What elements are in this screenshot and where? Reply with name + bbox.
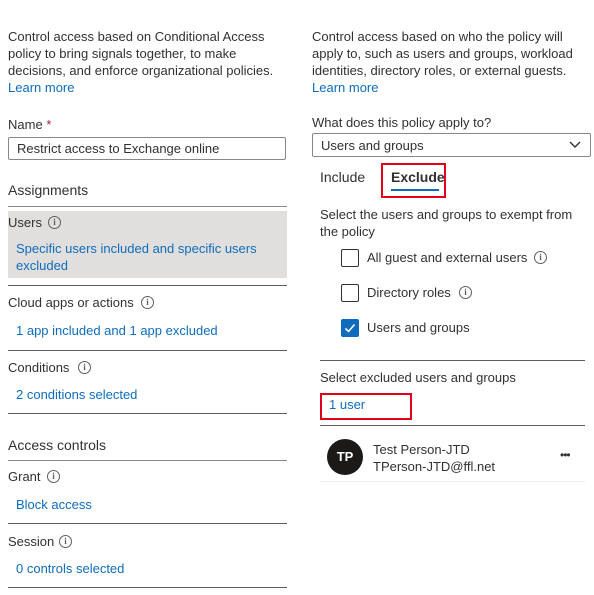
users-summary-link[interactable]: Specific users included and specific use… bbox=[16, 240, 271, 274]
grant-label: Grant bbox=[8, 469, 41, 484]
left-description: Control access based on Conditional Acce… bbox=[8, 29, 274, 78]
checkmark-icon bbox=[344, 323, 356, 333]
divider bbox=[8, 350, 287, 351]
tab-include[interactable]: Include bbox=[320, 168, 365, 186]
name-label: Name * bbox=[8, 116, 51, 133]
cloud-apps-info-icon[interactable]: i bbox=[141, 296, 154, 309]
name-label-text: Name bbox=[8, 117, 43, 132]
right-description: Control access based on who the policy w… bbox=[312, 29, 573, 78]
directory-roles-checkbox[interactable] bbox=[341, 284, 359, 302]
access-controls-heading: Access controls bbox=[8, 437, 107, 453]
policy-name-input[interactable] bbox=[8, 137, 286, 160]
users-and-groups-checkbox[interactable] bbox=[341, 319, 359, 337]
all-guest-external-checkbox[interactable] bbox=[341, 249, 359, 267]
assignments-heading: Assignments bbox=[8, 182, 89, 198]
conditions-label: Conditions bbox=[8, 360, 70, 375]
divider bbox=[8, 523, 287, 524]
directory-roles-info-icon[interactable]: i bbox=[459, 286, 472, 299]
divider bbox=[8, 206, 287, 207]
selected-users-highlight bbox=[320, 393, 412, 420]
cloud-apps-label: Cloud apps or actions bbox=[8, 295, 134, 310]
left-learn-more-link[interactable]: Learn more bbox=[8, 79, 74, 96]
divider bbox=[8, 460, 287, 461]
user-name: Test Person-JTD bbox=[373, 442, 470, 457]
avatar: TP bbox=[327, 439, 363, 475]
applies-to-value: Users and groups bbox=[321, 138, 424, 153]
divider bbox=[320, 481, 585, 482]
applies-to-label: What does this policy apply to? bbox=[312, 115, 492, 130]
right-learn-more-link[interactable]: Learn more bbox=[312, 79, 378, 96]
all-guest-info-icon[interactable]: i bbox=[534, 251, 547, 264]
applies-to-dropdown[interactable]: Users and groups bbox=[312, 133, 591, 157]
users-label: Users bbox=[8, 215, 42, 230]
chevron-down-icon bbox=[569, 141, 581, 148]
directory-roles-label: Directory roles bbox=[367, 285, 451, 300]
divider bbox=[320, 360, 585, 361]
exclude-tab-highlight bbox=[381, 163, 446, 198]
required-asterisk: * bbox=[46, 117, 52, 132]
session-info-icon[interactable]: i bbox=[59, 535, 72, 548]
user-email: TPerson-JTD@ffl.net bbox=[373, 459, 496, 474]
more-options-icon[interactable]: ••• bbox=[560, 448, 571, 462]
divider bbox=[320, 425, 585, 426]
exclude-instruction: Select the users and groups to exempt fr… bbox=[320, 207, 573, 239]
cloud-apps-summary-link[interactable]: 1 app included and 1 app excluded bbox=[16, 322, 218, 339]
select-excluded-label: Select excluded users and groups bbox=[320, 370, 516, 385]
divider bbox=[8, 413, 287, 414]
grant-info-icon[interactable]: i bbox=[47, 470, 60, 483]
session-label: Session bbox=[8, 534, 55, 549]
conditions-info-icon[interactable]: i bbox=[78, 361, 91, 374]
divider bbox=[8, 285, 287, 286]
conditions-summary-link[interactable]: 2 conditions selected bbox=[16, 386, 137, 403]
users-info-icon[interactable]: i bbox=[48, 216, 61, 229]
all-guest-external-label: All guest and external users bbox=[367, 250, 528, 265]
divider bbox=[8, 587, 287, 588]
session-summary-link[interactable]: 0 controls selected bbox=[16, 560, 124, 577]
users-and-groups-label: Users and groups bbox=[367, 320, 470, 335]
grant-summary-link[interactable]: Block access bbox=[16, 496, 92, 513]
